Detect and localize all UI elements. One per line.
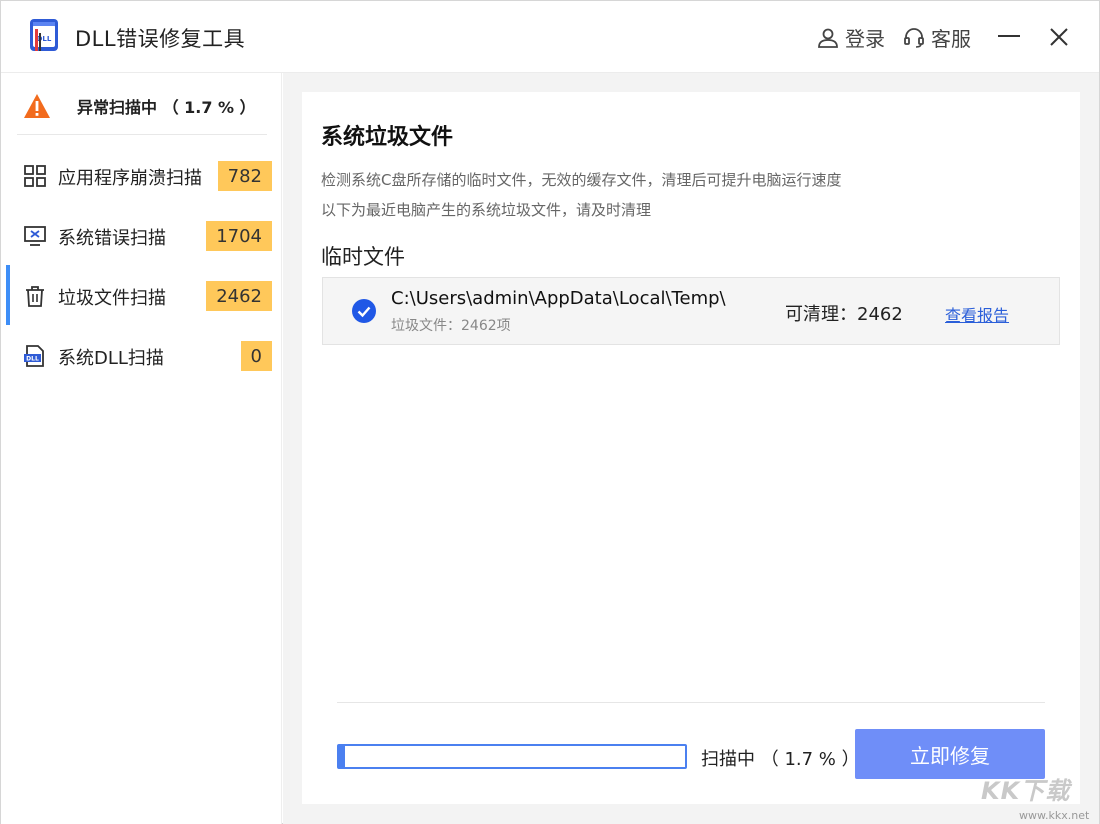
dll-file-icon: DLL: [23, 344, 47, 368]
sidebar-item-app-crash[interactable]: 应用程序崩溃扫描 782: [1, 154, 282, 198]
divider: [337, 702, 1045, 703]
warning-icon: [23, 93, 51, 119]
section-title: 临时文件: [321, 241, 405, 271]
title-bar: DLL DLL错误修复工具 登录 客服: [1, 1, 1099, 73]
page-title: 系统垃圾文件: [321, 119, 453, 151]
checked-circle-icon[interactable]: [352, 299, 376, 323]
app-title: DLL错误修复工具: [75, 23, 245, 53]
description-line-1: 检测系统C盘所存储的临时文件，无效的缓存文件，清理后可提升电脑运行速度: [321, 169, 841, 190]
headset-icon: [903, 27, 925, 49]
description-line-2: 以下为最近电脑产生的系统垃圾文件，请及时清理: [321, 199, 651, 220]
watermark-logo: KK下载: [981, 771, 1070, 806]
view-report-link[interactable]: 查看报告: [945, 302, 1009, 326]
count-badge: 782: [218, 161, 272, 191]
file-path: C:\Users\admin\AppData\Local\Temp\: [391, 288, 726, 309]
count-badge: 2462: [206, 281, 272, 311]
minimize-icon[interactable]: [998, 35, 1020, 37]
sidebar-item-junk-files[interactable]: 垃圾文件扫描 2462: [1, 274, 282, 318]
login-label: 登录: [845, 23, 885, 52]
svg-text:DLL: DLL: [37, 35, 52, 43]
file-list-item[interactable]: C:\Users\admin\AppData\Local\Temp\ 垃圾文件：…: [322, 277, 1060, 345]
grid-icon: [23, 164, 47, 188]
cleanable-count: 可清理：2462: [785, 300, 903, 326]
scan-status-text: 异常扫描中 （ 1.7 % ）: [77, 94, 256, 118]
login-button[interactable]: 登录: [817, 23, 885, 52]
app-window: DLL DLL错误修复工具 登录 客服: [0, 0, 1100, 824]
scan-status: 异常扫描中 （ 1.7 % ）: [23, 91, 273, 121]
sidebar-item-system-dll[interactable]: DLL 系统DLL扫描 0: [1, 334, 282, 378]
customer-service-button[interactable]: 客服: [903, 23, 971, 52]
monitor-error-icon: [23, 224, 47, 248]
progress-fill: [339, 746, 345, 767]
scan-progress-bar: [337, 744, 687, 769]
sidebar-item-label: 系统错误扫描: [58, 224, 166, 250]
app-logo-icon: DLL: [27, 17, 61, 55]
sidebar-item-label: 垃圾文件扫描: [58, 284, 166, 310]
svg-text:DLL: DLL: [26, 356, 39, 363]
watermark-url: www.kkx.net: [1019, 809, 1089, 822]
service-label: 客服: [931, 23, 971, 52]
progress-text: 扫描中 （ 1.7 % ）: [701, 745, 860, 771]
divider: [17, 134, 267, 135]
count-badge: 0: [241, 341, 272, 371]
sidebar-item-system-error[interactable]: 系统错误扫描 1704: [1, 214, 282, 258]
file-count: 垃圾文件：2462项: [391, 315, 511, 335]
trash-icon: [23, 284, 47, 308]
sidebar-item-label: 应用程序崩溃扫描: [58, 164, 202, 190]
user-icon: [817, 27, 839, 49]
sidebar-item-label: 系统DLL扫描: [58, 344, 164, 370]
count-badge: 1704: [206, 221, 272, 251]
close-icon[interactable]: [1047, 25, 1071, 49]
